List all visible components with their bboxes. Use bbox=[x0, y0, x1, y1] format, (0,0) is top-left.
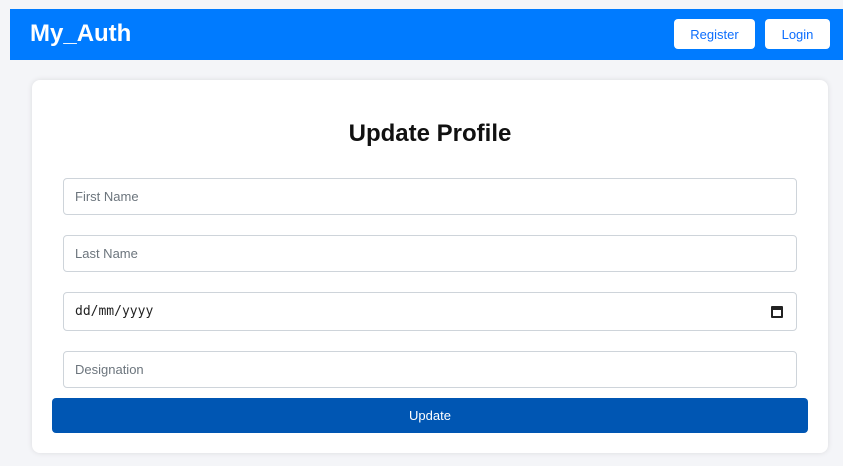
first-name-input[interactable]: First Name bbox=[63, 178, 797, 215]
page-title: Update Profile bbox=[348, 120, 512, 147]
date-input[interactable]: dd/mm/yyyy bbox=[63, 292, 797, 331]
last-name-input[interactable]: Last Name bbox=[63, 235, 797, 272]
brand-logo[interactable]: My_Auth bbox=[30, 21, 131, 47]
register-button[interactable]: Register bbox=[674, 19, 755, 49]
date-placeholder: dd/mm/yyyy bbox=[75, 304, 154, 319]
login-button[interactable]: Login bbox=[765, 19, 830, 49]
designation-input[interactable]: Designation bbox=[63, 351, 797, 388]
last-name-placeholder: Last Name bbox=[75, 246, 138, 261]
update-button[interactable]: Update bbox=[52, 398, 808, 433]
calendar-icon[interactable] bbox=[771, 306, 783, 318]
designation-placeholder: Designation bbox=[75, 362, 144, 377]
first-name-placeholder: First Name bbox=[75, 189, 139, 204]
profile-form-card: Update Profile First Name Last Name dd/m… bbox=[32, 80, 828, 453]
navbar: My_Auth Register Login bbox=[10, 9, 843, 60]
